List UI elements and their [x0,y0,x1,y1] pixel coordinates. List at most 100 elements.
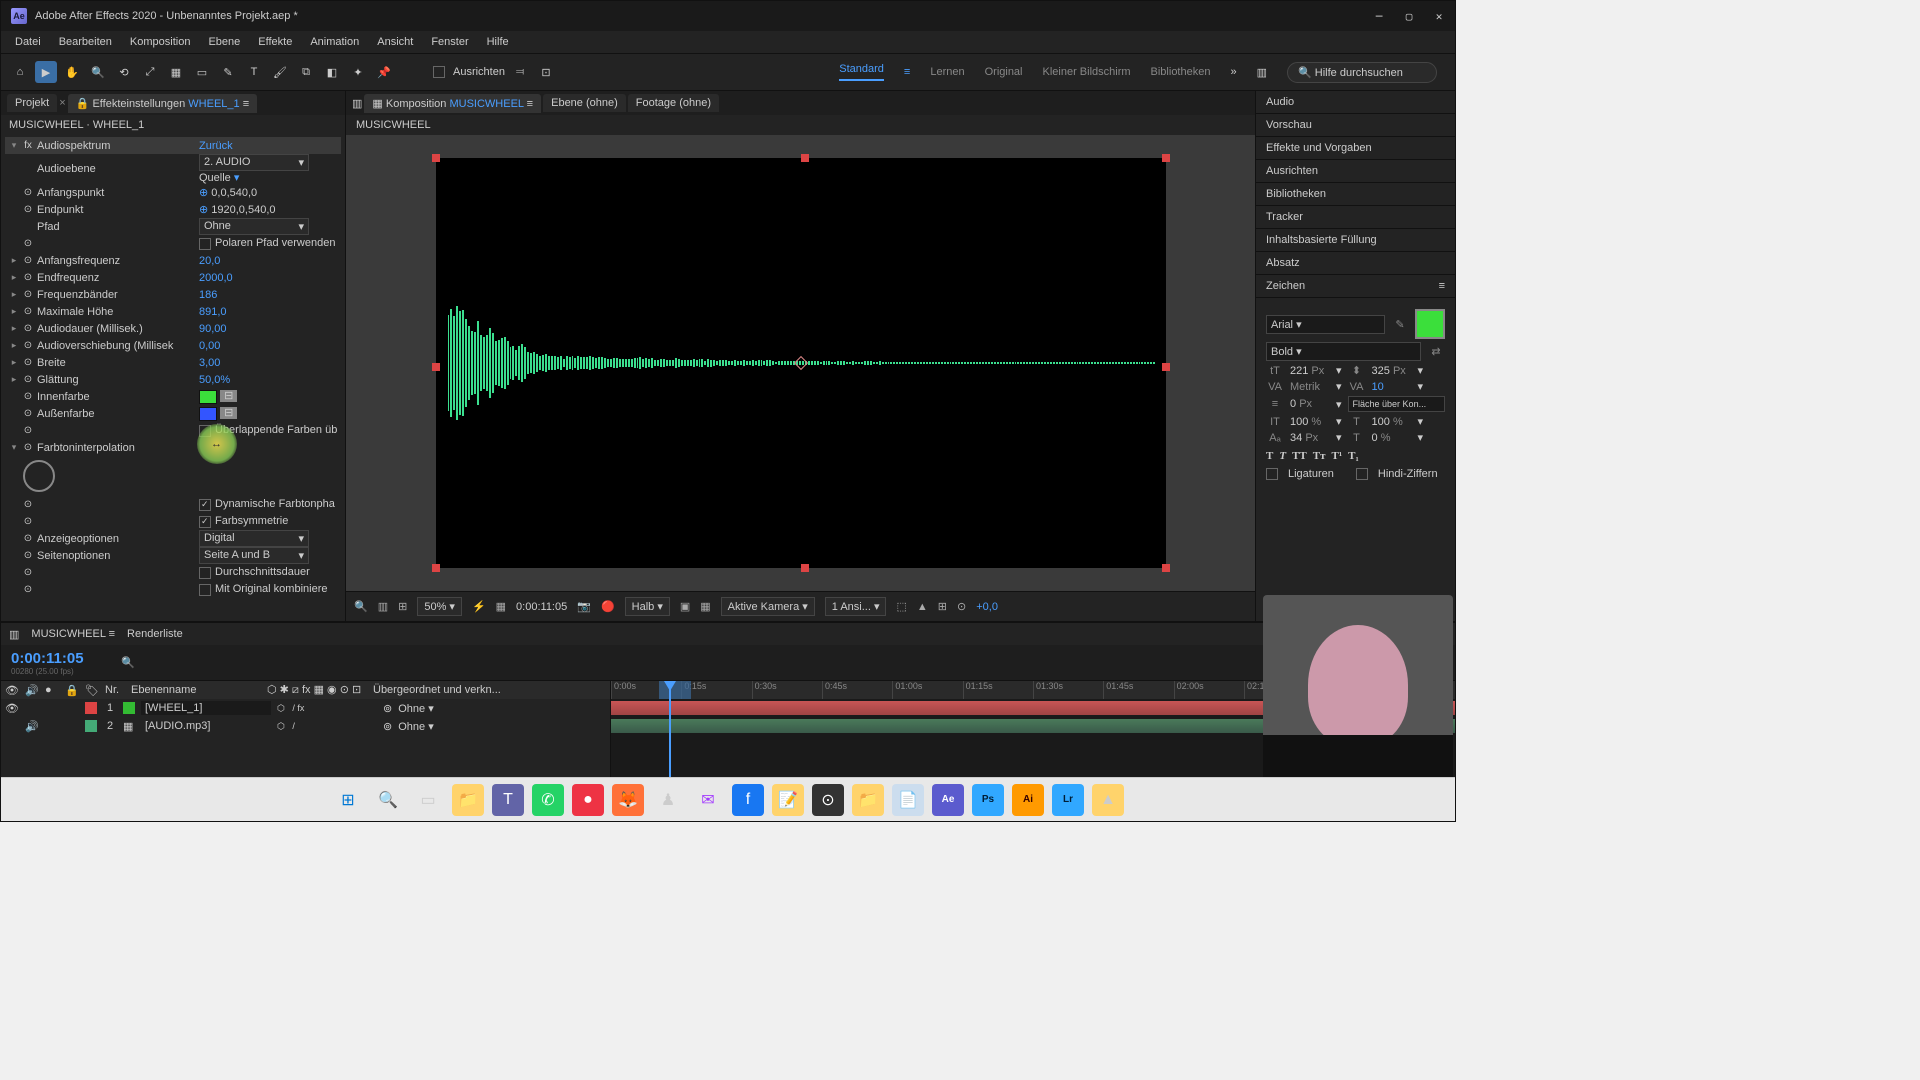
fx-name[interactable]: Audiospektrum [35,140,199,152]
app-icon-red[interactable]: ● [572,784,604,816]
swap-colors-icon[interactable]: ⇄ [1427,345,1445,358]
italic-button[interactable]: T [1279,450,1286,462]
workspace-lernen[interactable]: Lernen [930,66,964,78]
descent-value[interactable]: 0 % [1372,432,1412,444]
close-button[interactable]: ✕ [1433,10,1445,22]
ligaturen-checkbox[interactable] [1266,468,1278,480]
hindi-checkbox[interactable] [1356,468,1368,480]
col-lock-icon[interactable]: 🔒 [65,684,79,697]
aversch-value[interactable]: 0,00 [199,340,339,352]
panel-effekte[interactable]: Effekte und Vorgaben [1256,137,1455,160]
hscale-value[interactable]: 100 % [1372,416,1412,428]
timeline-tab[interactable]: MUSICWHEEL ≡ [31,628,115,640]
workspace-klein[interactable]: Kleiner Bildschirm [1043,66,1131,78]
handle-bl[interactable] [432,564,440,572]
panel-tracker[interactable]: Tracker [1256,206,1455,229]
handle-bc[interactable] [801,564,809,572]
exposure-icon[interactable]: ⊙ [957,600,966,613]
work-area[interactable] [659,681,691,699]
menu-datei[interactable]: Datei [7,34,49,50]
layer-2-parent[interactable]: Ohne ▾ [398,720,458,733]
anfangspunkt-value[interactable]: ⊕ 0,0,540,0 [199,186,339,199]
channel-icon[interactable]: 🔴 [601,600,615,613]
workspace-panel-icon[interactable]: ▥ [1257,66,1267,79]
tab-ebene[interactable]: Ebene (ohne) [543,94,626,112]
menu-fenster[interactable]: Fenster [423,34,476,50]
audioebene-dropdown[interactable]: 2. AUDIO▾ [199,154,309,171]
dyn-checkbox[interactable] [199,499,211,511]
handle-tr[interactable] [1162,154,1170,162]
menu-effekte[interactable]: Effekte [250,34,300,50]
bold-button[interactable]: T [1266,450,1273,462]
menu-ebene[interactable]: Ebene [200,34,248,50]
panel-absatz[interactable]: Absatz [1256,252,1455,275]
tab-effekteinstellungen[interactable]: 🔒 Effekteinstellungen WHEEL_1 ≡ [68,94,257,113]
anzeige-dropdown[interactable]: Digital▾ [199,530,309,547]
workspace-overflow-icon[interactable]: » [1230,66,1236,78]
explorer-icon[interactable]: 📁 [452,784,484,816]
panel-bibliotheken[interactable]: Bibliotheken [1256,183,1455,206]
font-dropdown[interactable]: Arial ▾ [1266,315,1385,334]
panel-menu-icon[interactable]: ≡ [1439,280,1445,292]
facebook-icon[interactable]: f [732,784,764,816]
tab-komposition[interactable]: ▦ Komposition MUSICWHEEL ≡ [364,94,541,113]
layer-1-name[interactable]: [WHEEL_1] [141,701,271,715]
handle-mr[interactable] [1162,363,1170,371]
hand-tool-icon[interactable]: ✋ [61,61,83,83]
snapshot-icon[interactable]: 📷 [577,600,591,613]
home-icon[interactable]: ⌂ [9,61,31,83]
illustrator-icon[interactable]: Ai [1012,784,1044,816]
start-button[interactable]: ⊞ [332,784,364,816]
panel-ausrichten[interactable]: Ausrichten [1256,160,1455,183]
photoshop-icon[interactable]: Ps [972,784,1004,816]
tracking-value[interactable]: 10 [1372,381,1412,393]
resolution-dropdown[interactable]: Halb ▾ [625,597,670,616]
fill-dropdown[interactable]: Fläche über Kon... [1348,396,1445,412]
pfad-dropdown[interactable]: Ohne▾ [199,218,309,235]
grid-icon[interactable]: ⊞ [398,600,407,613]
search-button[interactable]: 🔍 [372,784,404,816]
whatsapp-icon[interactable]: ✆ [532,784,564,816]
puppet-tool-icon[interactable]: 📌 [373,61,395,83]
menu-hilfe[interactable]: Hilfe [479,34,517,50]
eraser-tool-icon[interactable]: ◧ [321,61,343,83]
pen-tool-icon[interactable]: ✎ [217,61,239,83]
layer-row-2[interactable]: 🔊 2 ▦ [AUDIO.mp3] ⬡ / ⊚Ohne ▾ [1,717,610,735]
layer-1-parent[interactable]: Ohne ▾ [398,702,458,715]
clone-tool-icon[interactable]: ⧉ [295,61,317,83]
align-checkbox[interactable] [433,66,445,78]
tl-icon[interactable]: ▥ [9,628,19,641]
fast-preview-icon[interactable]: ⚡ [472,600,486,613]
subscript-button[interactable]: T₁ [1348,450,1359,462]
kombiniere-checkbox[interactable] [199,584,211,596]
render-tab[interactable]: Renderliste [127,628,183,640]
firefox-icon[interactable]: 🦊 [612,784,644,816]
zoom-tool-icon[interactable]: 🔍 [87,61,109,83]
menu-komposition[interactable]: Komposition [122,34,199,50]
selection-tool-icon[interactable]: ▶ [35,61,57,83]
menu-ansicht[interactable]: Ansicht [369,34,421,50]
kerning-value[interactable]: Metrik [1290,381,1330,393]
lightroom-icon[interactable]: Lr [1052,784,1084,816]
eyedropper-icon[interactable]: ✎ [1391,318,1409,331]
workspace-menu-icon[interactable]: ≡ [904,66,910,78]
exposure-value[interactable]: +0,0 [976,601,998,613]
tab-footage[interactable]: Footage (ohne) [628,94,719,112]
text-color[interactable] [1415,309,1445,339]
3d-icon[interactable]: ⬚ [896,600,906,613]
durchschnitt-checkbox[interactable] [199,567,211,579]
pixel-icon[interactable]: ⊞ [938,600,947,613]
rotate-tool-icon[interactable]: ⤢ [139,61,161,83]
sym-checkbox[interactable] [199,516,211,528]
search-layers-icon[interactable]: 🔍 [121,656,135,669]
innen-color[interactable] [199,390,217,404]
ascent-value[interactable]: 34 Px [1290,432,1330,444]
layer-row-1[interactable]: 👁 1 [WHEEL_1] ⬡ / fx ⊚Ohne ▾ [1,699,610,717]
fx-reset[interactable]: Zurück [199,140,339,152]
col-audio-icon[interactable]: 🔊 [25,684,39,697]
orbit-tool-icon[interactable]: ⟲ [113,61,135,83]
region-icon[interactable]: ▣ [680,600,690,613]
maxh-value[interactable]: 891,0 [199,306,339,318]
maximize-button[interactable]: ▢ [1403,10,1415,22]
seiten-dropdown[interactable]: Seite A und B▾ [199,547,309,564]
